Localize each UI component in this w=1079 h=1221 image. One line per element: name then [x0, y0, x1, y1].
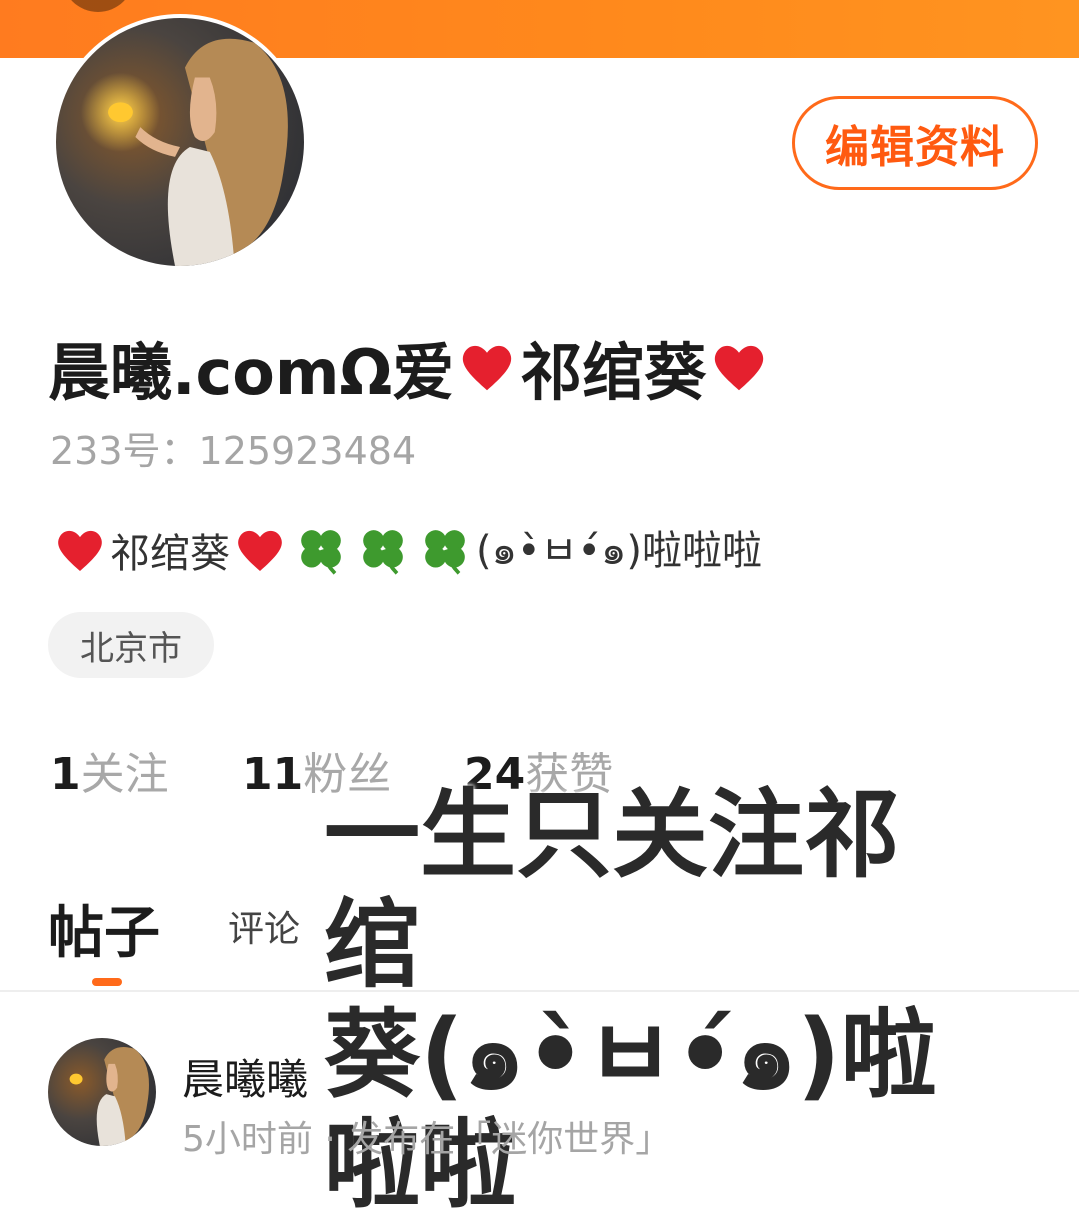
stat-label: 关注 [80, 749, 169, 800]
stat-following[interactable]: 1关注 [50, 738, 169, 802]
username-text: 晨曦.comΩ爱 [48, 336, 455, 409]
post-meta: 5小时前 · 发布在「迷你世界」 [182, 1119, 672, 1160]
heart-icon [456, 336, 518, 398]
edit-profile-button[interactable]: 编辑资料 [792, 96, 1038, 190]
location-tag: 北京市 [48, 612, 214, 678]
heart-icon [232, 522, 288, 578]
overlay-line: 一生只关注祁绾 [324, 779, 900, 1001]
tab-comments[interactable]: 评论 [228, 900, 300, 952]
avatar[interactable] [56, 18, 304, 266]
clover-icon [293, 522, 349, 578]
heart-icon [52, 522, 108, 578]
bio-text: (๑•̀ㅂ•́๑)啦啦啦 [476, 528, 762, 574]
divider [0, 990, 1079, 992]
clover-icon [417, 522, 473, 578]
tab-posts[interactable]: 帖子 [48, 888, 160, 969]
clover-icon [355, 522, 411, 578]
heart-icon [708, 336, 770, 398]
bio-text: 祁绾葵 [110, 531, 230, 577]
tab-indicator [92, 978, 122, 986]
bio: 祁绾葵 (๑•̀ㅂ•́๑)啦啦啦 [50, 518, 762, 582]
username-text: 祁绾葵 [520, 336, 707, 409]
user-id: 233号：125923484 [50, 429, 417, 473]
stat-number: 1 [50, 749, 81, 800]
post-author-name[interactable]: 晨曦曦 [182, 1046, 308, 1107]
username: 晨曦.comΩ爱 祁绾葵 [48, 322, 772, 412]
post-author-avatar[interactable] [48, 1038, 156, 1146]
stat-number: 11 [242, 749, 304, 800]
